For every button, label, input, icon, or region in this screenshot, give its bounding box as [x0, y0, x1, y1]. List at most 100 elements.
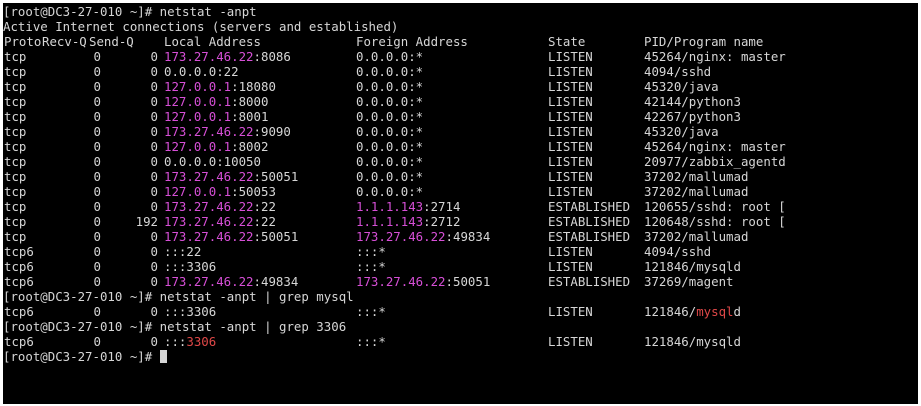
cell-foreign-address: 0.0.0.0:*: [356, 64, 424, 79]
cell-foreign-address: 0.0.0.0:*: [356, 94, 424, 109]
table-row: tcp 0 0 173.27.46.22:50051 0.0.0.0:* LISTEN 37…: [3, 169, 918, 184]
cell-sendq: 0: [150, 229, 158, 244]
cell-local-address: 127.0.0.1:8002: [164, 139, 269, 154]
cell-foreign-address: 0.0.0.0:*: [356, 109, 424, 124]
cell-pid: 121846/mysqld: [644, 259, 741, 274]
cell-proto: tcp: [4, 139, 27, 154]
cell-proto: tcp: [4, 109, 27, 124]
grep-match: mysql: [696, 304, 734, 319]
cell-state: LISTEN: [548, 169, 593, 184]
cell-pid: 37202/mallumad: [644, 169, 749, 184]
cell-state: LISTEN: [548, 109, 593, 124]
cell-local-address: 173.27.46.22:50051: [164, 169, 299, 184]
cell-sendq: 0: [150, 49, 158, 64]
cell-state: LISTEN: [548, 124, 593, 139]
cell-local-address: 173.27.46.22:22: [164, 214, 276, 229]
connection-table: tcp 0 0 173.27.46.22:8086 0.0.0.0:* LISTEN 452…: [3, 49, 918, 289]
cell-proto: tcp: [4, 94, 27, 109]
cell-local-address: 0.0.0.0:22: [164, 64, 239, 79]
cell-recvq: 0: [93, 199, 101, 214]
cell-foreign-address: :::*: [356, 244, 386, 259]
cell-local-address: 173.27.46.22:50051: [164, 229, 299, 244]
table-row: tcp6 0 0 :::3306 :::* LISTEN 121846/mysq…: [4, 334, 741, 349]
cell-foreign-address: 173.27.46.22:50051: [356, 274, 491, 289]
cell-local-address: :::3306: [164, 259, 217, 274]
cell-foreign-address: 0.0.0.0:*: [356, 139, 424, 154]
cell-recvq: 0: [93, 229, 101, 244]
table-row: tcp 0 0 173.27.46.22:22 1.1.1.143:2714 ESTABL…: [3, 199, 918, 214]
cell-foreign-address: 1.1.1.143:2714: [356, 199, 461, 214]
cell-local-address: 127.0.0.1:8000: [164, 94, 269, 109]
cell-foreign-address: :::*: [356, 259, 386, 274]
cell-local-address: 0.0.0.0:10050: [164, 154, 261, 169]
cell-recvq: 0: [93, 154, 101, 169]
cell-foreign-address: 0.0.0.0:*: [356, 49, 424, 64]
cell-recvq: 0: [93, 79, 101, 94]
cell-sendq: 0: [150, 154, 158, 169]
cell-recvq: 0: [93, 94, 101, 109]
table-row: tcp 0 0 173.27.46.22:50051 173.27.46.22:4983…: [3, 229, 918, 244]
cell-proto: tcp: [4, 229, 27, 244]
table-row: tcp 0 0 0.0.0.0:10050 0.0.0.0:* LISTEN 20977/z…: [3, 154, 918, 169]
cell-state: LISTEN: [548, 259, 593, 274]
table-row: tcp6 0 0 :::3306 :::* LISTEN 121846/mysq…: [4, 304, 741, 319]
cell-local-address: :::22: [164, 244, 202, 259]
cell-local-address: 173.27.46.22:22: [164, 199, 276, 214]
table-row: tcp 0 192 173.27.46.22:22 1.1.1.143:2712 ESTA…: [3, 214, 918, 229]
cell-recvq: 0: [93, 169, 101, 184]
table-row: tcp 0 0 127.0.0.1:50053 0.0.0.0:* LISTEN 37202…: [3, 184, 918, 199]
cell-sendq: 0: [150, 94, 158, 109]
cell-proto: tcp: [4, 184, 27, 199]
table-row: tcp 0 0 127.0.0.1:8000 0.0.0.0:* LISTEN 42144/…: [3, 94, 918, 109]
cell-recvq: 0: [93, 139, 101, 154]
cell-pid: 37202/mallumad: [644, 229, 749, 244]
table-row: tcp 0 0 0.0.0.0:22 0.0.0.0:* LISTEN 4094/sshd: [3, 64, 918, 79]
table-row: tcp 0 0 127.0.0.1:8002 0.0.0.0:* LISTEN 45264/…: [3, 139, 918, 154]
cell-sendq: 0: [150, 259, 158, 274]
cell-state: ESTABLISHED: [548, 214, 631, 229]
command-line: [root@DC3-27-010 ~]# netstat -anpt: [3, 4, 257, 19]
cell-sendq: 0: [150, 244, 158, 259]
cell-sendq: 0: [150, 109, 158, 124]
cell-recvq: 0: [93, 49, 101, 64]
cell-foreign-address: 173.27.46.22:49834: [356, 229, 491, 244]
text-cursor: [159, 350, 167, 363]
cell-pid: 120655/sshd: root [: [644, 199, 786, 214]
header-foreign-address: Foreign Address: [356, 34, 468, 49]
cell-foreign-address: 0.0.0.0:*: [356, 124, 424, 139]
cell-proto: tcp6: [4, 244, 34, 259]
cell-recvq: 0: [93, 109, 101, 124]
cell-state: LISTEN: [548, 79, 593, 94]
cell-state: LISTEN: [548, 154, 593, 169]
cell-proto: tcp: [4, 49, 27, 64]
cell-proto: tcp: [4, 64, 27, 79]
cell-recvq: 0: [93, 274, 101, 289]
cell-local-address: 127.0.0.1:50053: [164, 184, 276, 199]
cell-sendq: 192: [135, 214, 158, 229]
cell-state: LISTEN: [548, 94, 593, 109]
cell-proto: tcp6: [4, 274, 34, 289]
cell-sendq: 0: [150, 199, 158, 214]
cell-pid: 45320/java: [644, 124, 719, 139]
cell-pid: 37202/mallumad: [644, 184, 749, 199]
table-header: Proto Recv-Q Send-Q Local Address Foreig…: [3, 34, 918, 49]
cell-local-address: 173.27.46.22:9090: [164, 124, 291, 139]
cell-proto: tcp: [4, 124, 27, 139]
grep-match: 3306: [186, 334, 217, 349]
header-local-address: Local Address: [164, 34, 261, 49]
header-proto: Proto: [4, 34, 42, 49]
cell-foreign-address: 0.0.0.0:*: [356, 184, 424, 199]
cell-state: ESTABLISHED: [548, 199, 631, 214]
cell-pid: 120648/sshd: root [: [644, 214, 786, 229]
terminal-window[interactable]: [root@DC3-27-010 ~]# netstat -anpt Activ…: [3, 3, 918, 404]
cell-sendq: 0: [150, 64, 158, 79]
table-row: tcp6 0 0:::3306:::* LISTEN 121846/mysqld: [3, 259, 918, 274]
cell-sendq: 0: [150, 139, 158, 154]
cell-sendq: 0: [150, 169, 158, 184]
cell-pid: 4094/sshd: [644, 244, 712, 259]
active-prompt[interactable]: [root@DC3-27-010 ~]#: [3, 349, 918, 364]
cell-recvq: 0: [93, 244, 101, 259]
cell-local-address: 173.27.46.22:49834: [164, 274, 299, 289]
cell-state: ESTABLISHED: [548, 229, 631, 244]
cell-local-address: 127.0.0.1:8001: [164, 109, 269, 124]
